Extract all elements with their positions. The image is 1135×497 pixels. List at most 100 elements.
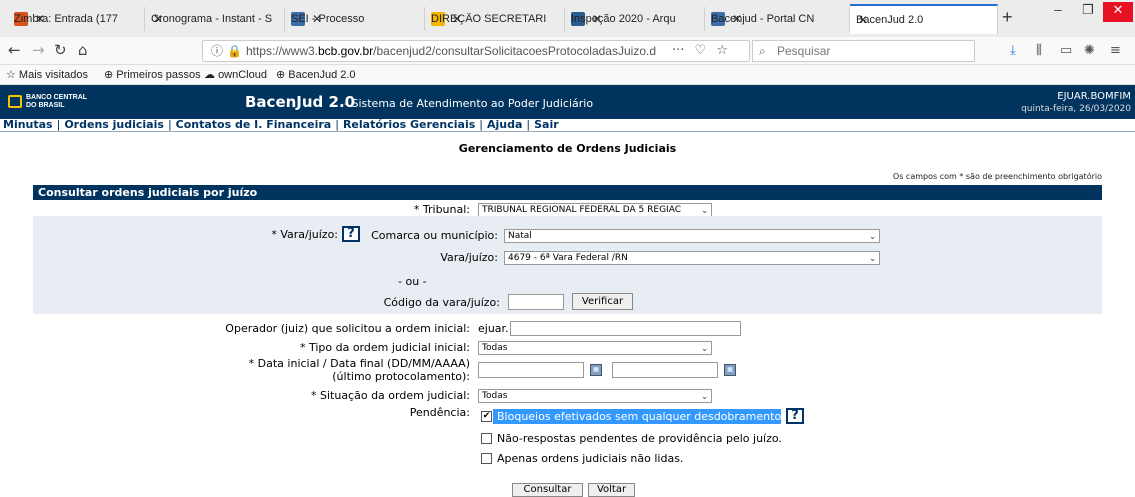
menu-relatorios[interactable]: Relatórios Gerenciais — [343, 118, 475, 131]
home-icon[interactable]: ⌂ — [78, 42, 88, 58]
menu-icon[interactable]: ≡ — [1110, 43, 1121, 58]
library-icon[interactable]: ⫼ — [1036, 43, 1042, 58]
menu-ordens-judiciais[interactable]: Ordens judiciais — [64, 118, 164, 131]
browser-nav-bar: ← → ↻ ⌂ ⓘ 🔒 https://www3.bcb.gov.br/bacenj… — [0, 37, 1135, 65]
search-placeholder: Pesquisar — [777, 44, 831, 58]
user-name: EJUAR.BOMFIM — [1057, 91, 1131, 102]
calendar-icon[interactable]: ▦ — [724, 364, 736, 376]
url-host: bcb.gov.br — [318, 44, 374, 58]
page-actions-menu[interactable]: ··· — [672, 43, 684, 58]
tab-inspecao[interactable]: Inspeção 2020 - Arqu ✕ — [565, 7, 705, 31]
vara-label: * Vara/juízo: — [271, 228, 338, 241]
tribunal-select[interactable]: TRIBUNAL REGIONAL FEDERAL DA 5 REGIAC ⌄ — [478, 203, 712, 217]
section-header: Consultar ordens judiciais por juízo — [33, 185, 1102, 200]
browser-tab-bar: Zimbra: Entrada (177 ✕ Cronograma - Inst… — [0, 0, 1135, 37]
logo-line-1: BANCO CENTRAL — [26, 94, 88, 101]
comarca-label: Comarca ou município: — [371, 229, 498, 242]
operador-input[interactable] — [510, 321, 741, 336]
pendencia-nao-lidas-checkbox[interactable] — [481, 453, 492, 464]
chevron-down-icon: ⌄ — [869, 232, 876, 241]
comarca-select[interactable]: Natal ⌄ — [504, 229, 880, 243]
reload-icon[interactable]: ↻ — [54, 42, 67, 58]
operador-label: Operador (juiz) que solicitou a ordem in… — [225, 322, 470, 335]
lock-icon: 🔒 — [227, 44, 242, 58]
url-actions: ··· ♡ ☆ — [672, 43, 728, 58]
codigo-input[interactable] — [508, 294, 564, 310]
menu-contatos[interactable]: Contatos de I. Financeira — [176, 118, 332, 131]
data-final-input[interactable] — [612, 362, 718, 378]
bookmark-label: Primeiros passos — [116, 69, 201, 81]
vara-juizo-value: 4679 - 6ª Vara Federal /RN — [508, 253, 628, 263]
bookmark-star-icon[interactable]: ☆ — [716, 43, 728, 58]
bookmark-primeiros-passos[interactable]: ⊕ Primeiros passos — [104, 68, 201, 81]
bookmark-owncloud[interactable]: ☁ ownCloud — [204, 68, 267, 81]
pendencia-nao-lidas-label: Apenas ordens judiciais não lidas. — [497, 452, 684, 465]
tab-bacenjud-portal[interactable]: Bacenjud - Portal CN ✕ — [705, 7, 850, 31]
tipo-label: * Tipo da ordem judicial inicial: — [299, 341, 470, 354]
bookmark-mais-visitados[interactable]: ☆ Mais visitados — [6, 68, 88, 81]
restore-icon[interactable]: ❐ — [1073, 2, 1103, 22]
tribunal-value: TRIBUNAL REGIONAL FEDERAL DA 5 REGIAC — [482, 205, 681, 215]
vara-juizo-select[interactable]: 4679 - 6ª Vara Federal /RN ⌄ — [504, 251, 880, 265]
vara-juizo-label: Vara/juízo: — [440, 251, 498, 264]
consultar-button[interactable]: Consultar — [512, 483, 583, 497]
pendencia-bloqueios-label: Bloqueios efetivados sem qualquer desdob… — [497, 410, 785, 423]
bookmark-label: BacenJud 2.0 — [288, 69, 356, 81]
situacao-label: * Situação da ordem judicial: — [311, 389, 470, 402]
help-icon[interactable]: ? — [786, 408, 804, 424]
sidebar-icon[interactable]: ▭ — [1060, 43, 1072, 58]
codigo-label: Código da vara/juízo: — [383, 296, 500, 309]
url-path: /bacenjud2/consultarSolicitacoesProtocol… — [373, 44, 656, 58]
pendencia-nao-respostas-checkbox[interactable] — [481, 433, 492, 444]
url-prefix: https://www3. — [245, 44, 318, 58]
app-title: BacenJud 2.0 — [245, 93, 356, 111]
download-icon[interactable]: ⤓ — [1010, 43, 1016, 58]
ou-separator: - ou - — [398, 275, 427, 288]
tipo-value: Todas — [482, 343, 508, 353]
bookmark-bacenjud[interactable]: ⊕ BacenJud 2.0 — [276, 68, 356, 81]
minimize-icon[interactable]: – — [1043, 2, 1073, 22]
chevron-down-icon: ⌄ — [701, 344, 708, 353]
tipo-select[interactable]: Todas ⌄ — [478, 341, 712, 355]
help-icon[interactable]: ? — [342, 226, 360, 242]
data-label-sub: (último protocolamento): — [332, 370, 470, 383]
tab-bacenjud[interactable]: BacenJud 2.0 ✕ — [850, 4, 998, 34]
pocket-icon[interactable]: ♡ — [695, 43, 707, 58]
new-tab-button[interactable]: + — [1002, 7, 1013, 28]
info-icon[interactable]: ⓘ — [211, 44, 223, 58]
tab-label: DIREÇÃO SECRETARI — [431, 13, 547, 25]
search-input[interactable]: ⌕ Pesquisar — [752, 40, 975, 62]
tribunal-label: * Tribunal: — [413, 203, 470, 216]
forward-icon[interactable]: → — [32, 42, 45, 58]
chevron-down-icon: ⌄ — [869, 254, 876, 263]
tab-cronograma[interactable]: Cronograma - Instant - S ✕ — [145, 7, 285, 31]
extension-icon[interactable]: ✺ — [1084, 43, 1095, 58]
calendar-icon[interactable]: ▦ — [590, 364, 602, 376]
tab-sei[interactable]: SEI - Processo ✕ — [285, 7, 425, 31]
tab-label: Bacenjud - Portal CN — [711, 13, 815, 25]
url-bar[interactable]: ⓘ 🔒 https://www3.bcb.gov.br/bacenjud2/cons… — [202, 40, 750, 62]
situacao-select[interactable]: Todas ⌄ — [478, 389, 712, 403]
verificar-button[interactable]: Verificar — [572, 293, 633, 310]
tab-label: Zimbra: Entrada (177 — [14, 13, 118, 25]
situacao-value: Todas — [482, 391, 508, 401]
data-inicial-input[interactable] — [478, 362, 584, 378]
menu-ajuda[interactable]: Ajuda — [487, 118, 522, 131]
current-date: quinta-feira, 26/03/2020 — [1021, 104, 1131, 114]
app-header: BANCO CENTRAL DO BRASIL BacenJud 2.0 - Si… — [0, 85, 1135, 119]
menu-sair[interactable]: Sair — [534, 118, 559, 131]
tab-label: Inspeção 2020 - Arqu — [571, 13, 676, 25]
window-close-icon[interactable]: ✕ — [1103, 2, 1133, 22]
voltar-button[interactable]: Voltar — [588, 483, 635, 497]
chevron-down-icon: ⌄ — [701, 392, 708, 401]
tab-direcao[interactable]: DIREÇÃO SECRETARI ✕ — [425, 7, 565, 31]
pendencia-bloqueios-checkbox[interactable]: ✔ — [481, 411, 492, 422]
app-subtitle: - Sistema de Atendimento ao Poder Judici… — [344, 97, 594, 110]
menu-minutas[interactable]: Minutas — [3, 118, 53, 131]
main-menu: Minutas | Ordens judiciais | Contatos de I. … — [0, 119, 1135, 132]
bcb-logo-icon — [8, 95, 22, 108]
logo-line-2: DO BRASIL — [26, 102, 65, 109]
tab-zimbra[interactable]: Zimbra: Entrada (177 ✕ — [8, 7, 145, 31]
back-icon[interactable]: ← — [8, 42, 21, 58]
tab-label: SEI - Processo — [291, 13, 365, 25]
